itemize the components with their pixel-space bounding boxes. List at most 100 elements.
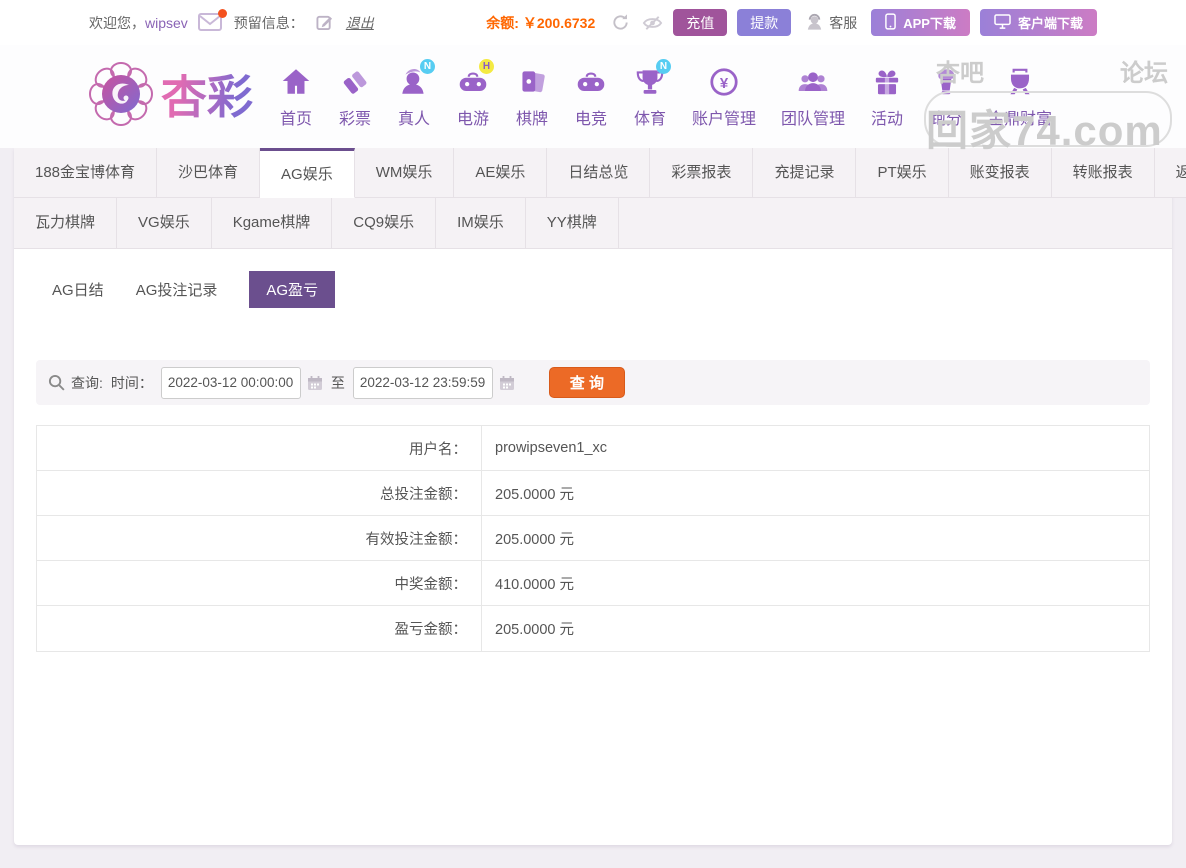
report-row: 中奖金额： 410.0000 元 (37, 561, 1149, 606)
tab-deposit-withdraw-records[interactable]: 充提记录 (753, 148, 856, 198)
query-label: 查询: (71, 373, 103, 393)
headset-person-icon (805, 12, 824, 34)
report-row-label: 总投注金额： (37, 483, 481, 504)
nav-item-lottery[interactable]: 彩票 (338, 65, 372, 129)
profit-loss-report-table: 用户名： prowipseven1_xc 总投注金额： 205.0000 元 有… (36, 425, 1150, 652)
nav-item-egames[interactable]: H 电游 (456, 65, 490, 129)
tab-cq9-entertainment[interactable]: CQ9娱乐 (332, 198, 436, 248)
report-row-label: 用户名： (37, 438, 481, 459)
to-label: 至 (331, 373, 345, 393)
gamepad-icon: H (456, 65, 490, 103)
subtab-ag-daily[interactable]: AG日结 (52, 271, 104, 308)
site-header: 杏彩 首页 彩票 N 真人 (0, 45, 1186, 148)
new-badge: N (420, 59, 435, 74)
gift-icon (870, 65, 904, 103)
tab-yy-boardgames[interactable]: YY棋牌 (526, 198, 619, 248)
tab-im-entertainment[interactable]: IM娱乐 (436, 198, 526, 248)
recharge-button[interactable]: 充值 (673, 9, 727, 36)
main-nav: 首页 彩票 N 真人 H 电游 (279, 65, 1052, 129)
home-icon (279, 65, 313, 103)
tab-wali-boardgames[interactable]: 瓦力棋牌 (14, 198, 117, 248)
site-logo[interactable]: 杏彩 (89, 62, 253, 131)
nav-item-account[interactable]: ¥ 账户管理 (692, 65, 756, 129)
date-to-input[interactable] (353, 367, 493, 399)
time-label: 时间： (111, 373, 153, 393)
report-row-label: 盈亏金额： (37, 618, 481, 639)
app-download-label: APP下载 (903, 13, 956, 32)
gamepad-icon (574, 65, 608, 103)
nav-item-esports[interactable]: 电竞 (574, 65, 608, 129)
nav-label: 团队管理 (781, 111, 845, 128)
tab-ae-entertainment[interactable]: AE娱乐 (454, 148, 547, 198)
app-download-button[interactable]: APP下载 (871, 9, 970, 36)
nav-item-paofen[interactable]: 跑分 (929, 65, 963, 129)
lottery-ticket-icon (338, 65, 372, 103)
yuan-circle-icon: ¥ (692, 65, 756, 103)
nav-item-boardgames[interactable]: 棋牌 (515, 65, 549, 129)
nav-item-team[interactable]: 团队管理 (781, 65, 845, 129)
trophy-icon: N (633, 65, 667, 103)
tab-ag-entertainment[interactable]: AG娱乐 (260, 148, 355, 198)
date-from-input[interactable] (161, 367, 301, 399)
nav-label: 电游 (457, 111, 489, 128)
tab-lottery-report[interactable]: 彩票报表 (650, 148, 753, 198)
report-row: 有效投注金额： 205.0000 元 (37, 516, 1149, 561)
query-button[interactable]: 查 询 (549, 367, 625, 398)
tab-account-change-report[interactable]: 账变报表 (949, 148, 1052, 198)
tab-daily-summary[interactable]: 日结总览 (547, 148, 650, 198)
customer-service-label: 客服 (829, 13, 857, 33)
paofen-icon (929, 65, 963, 103)
calendar-icon[interactable] (307, 375, 323, 391)
nav-label: 彩票 (339, 111, 371, 128)
logo-flower-icon (89, 62, 153, 131)
subtab-ag-bet-records[interactable]: AG投注记录 (136, 271, 218, 308)
client-download-button[interactable]: 客户端下载 (980, 9, 1097, 36)
tab-wm-entertainment[interactable]: WM娱乐 (355, 148, 455, 198)
report-row: 用户名： prowipseven1_xc (37, 426, 1149, 471)
welcome-prefix: 欢迎您， (89, 15, 145, 31)
welcome-text: 欢迎您，wipsev (89, 13, 188, 33)
nav-label: 活动 (871, 111, 903, 128)
withdraw-button[interactable]: 提款 (737, 9, 791, 36)
topbar: 欢迎您，wipsev 预留信息： 退出 余额: ￥200.6732 (0, 0, 1186, 45)
refresh-icon[interactable] (609, 12, 631, 34)
logo-text: 杏彩 (161, 74, 253, 120)
tab-transfer-report[interactable]: 转账报表 (1052, 148, 1155, 198)
tab-vg-entertainment[interactable]: VG娱乐 (117, 198, 212, 248)
nav-item-sports[interactable]: N 体育 (633, 65, 667, 129)
new-badge: N (656, 59, 671, 74)
balance-label: 余额: (486, 15, 519, 31)
notification-dot (218, 9, 227, 18)
tab-rebate-total[interactable]: 返点总额 (1155, 148, 1186, 198)
cauldron-icon (988, 65, 1052, 103)
svg-text:¥: ¥ (720, 75, 729, 91)
phone-icon (885, 13, 896, 33)
report-row-label: 有效投注金额： (37, 528, 481, 549)
nav-item-home[interactable]: 首页 (279, 65, 313, 129)
report-tabstrip: 188金宝博体育 沙巴体育 AG娱乐 WM娱乐 AE娱乐 日结总览 彩票报表 充… (14, 148, 1172, 249)
nav-label: 首页 (280, 111, 312, 128)
report-row-value: prowipseven1_xc (481, 426, 1149, 470)
report-row-label: 中奖金额： (37, 573, 481, 594)
reserved-info-label: 预留信息： (234, 13, 304, 33)
edit-icon[interactable] (314, 12, 336, 34)
balance: 余额: ￥200.6732 (486, 13, 595, 33)
customer-service-link[interactable]: 客服 (805, 12, 857, 34)
calendar-icon[interactable] (499, 375, 515, 391)
nav-label: 真人 (398, 111, 430, 128)
subtab-ag-profit-loss[interactable]: AG盈亏 (249, 271, 335, 308)
nav-label: 跑分 (930, 111, 962, 128)
tab-shaba-sports[interactable]: 沙巴体育 (157, 148, 260, 198)
hot-badge: H (479, 59, 494, 74)
nav-item-wealth[interactable]: 金鼎财富 (988, 65, 1052, 129)
mail-icon[interactable] (198, 13, 224, 33)
tab-pt-entertainment[interactable]: PT娱乐 (856, 148, 948, 198)
eye-off-icon[interactable] (641, 12, 663, 34)
nav-item-activity[interactable]: 活动 (870, 65, 904, 129)
nav-label: 金鼎财富 (988, 111, 1052, 128)
logout-link[interactable]: 退出 (346, 13, 374, 33)
tab-kgame-boardgames[interactable]: Kgame棋牌 (212, 198, 333, 248)
tab-188jinbaobo-sports[interactable]: 188金宝博体育 (14, 148, 157, 198)
username: wipsev (145, 15, 188, 31)
nav-item-live[interactable]: N 真人 (397, 65, 431, 129)
